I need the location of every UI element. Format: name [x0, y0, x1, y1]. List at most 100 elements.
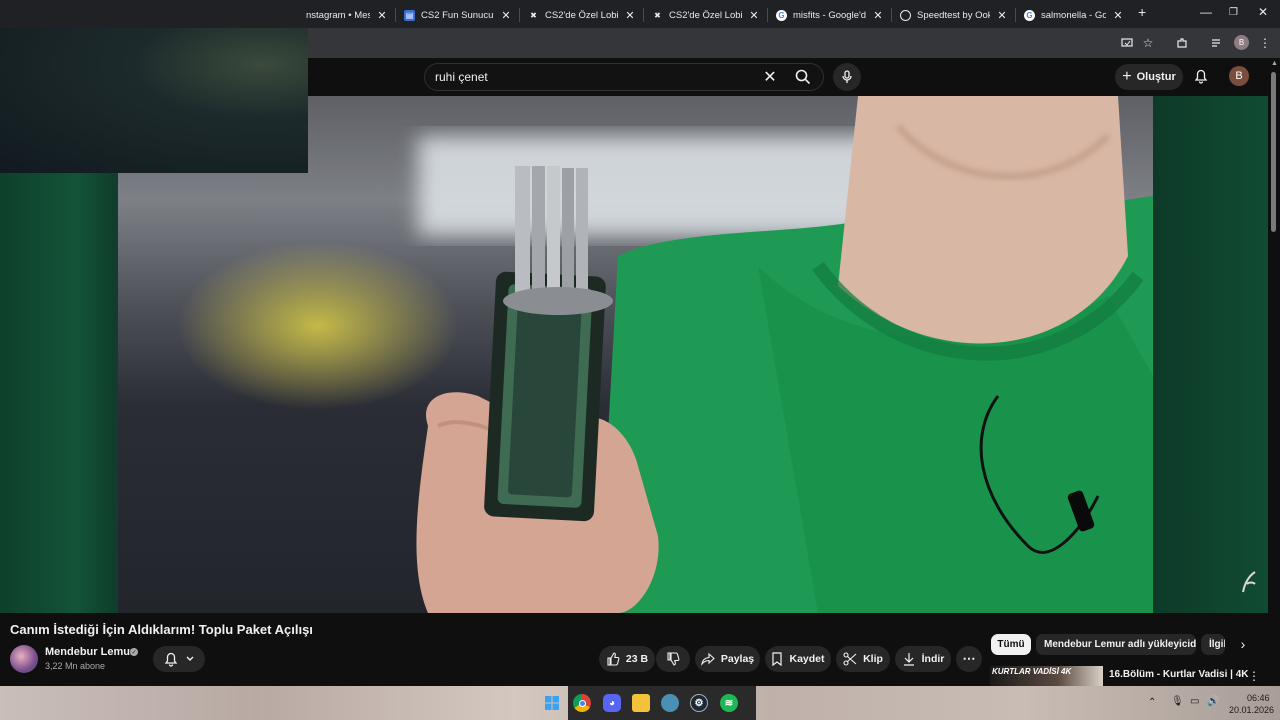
clock-date[interactable]: 20.01.2026 [1229, 705, 1274, 715]
page-scrollbar[interactable]: ▲ [1268, 58, 1280, 685]
clip-button[interactable]: Klip [836, 646, 890, 672]
search-input[interactable] [425, 70, 757, 84]
scissors-icon [843, 652, 857, 666]
cast-icon[interactable] [1119, 35, 1135, 51]
tab-title: nstagram • Mesaj [306, 9, 370, 21]
video-title: Canım İstediği İçin Aldıklarım! Toplu Pa… [10, 622, 313, 637]
microphone-tray-icon[interactable]: 🎙 [1171, 696, 1184, 707]
browser-tab-strip: nstagram • Mesaj ✕ ▤ CS2 Fun Sunucuları … [0, 0, 1280, 28]
dislike-button[interactable] [656, 646, 690, 672]
chevron-down-icon [186, 656, 194, 661]
create-label: Oluştur [1136, 71, 1176, 83]
thumbs-down-icon [667, 652, 680, 666]
verified-badge-icon: ✓ [130, 648, 138, 656]
share-icon [701, 652, 715, 666]
tab-close-icon[interactable]: ✕ [1112, 9, 1124, 22]
download-label: İndir [921, 653, 945, 665]
like-button[interactable]: 23 B [599, 646, 655, 672]
volume-icon[interactable]: 🔊 [1207, 696, 1219, 707]
tab-title: CS2'de Özel Lobiler: [545, 9, 618, 21]
like-count: 23 B [625, 653, 649, 665]
extensions-icon[interactable] [1174, 35, 1190, 51]
browser-tab[interactable]: G salmonella - Google' ✕ [1018, 4, 1130, 26]
chrome-icon[interactable] [573, 694, 591, 712]
browser-tab[interactable]: ✖ CS2'de Özel Lobiler: ✕ [522, 4, 642, 26]
minimize-icon[interactable]: — [1200, 5, 1212, 19]
video-frame[interactable] [118, 96, 1153, 613]
bookmark-star-icon[interactable]: ☆ [1140, 35, 1156, 51]
google-icon: G [1024, 9, 1035, 21]
chip-related[interactable]: İlgili [1201, 634, 1225, 655]
file-explorer-icon[interactable] [632, 694, 650, 712]
tray-overflow-icon[interactable]: ⌃ [1148, 697, 1156, 708]
browser-tab[interactable]: Speedtest by Ookla - ✕ [894, 4, 1014, 26]
notifications-button[interactable] [1190, 65, 1212, 87]
thumbs-up-icon [607, 652, 620, 666]
scroll-up-icon[interactable]: ▲ [1271, 60, 1278, 67]
voice-search-button[interactable] [833, 63, 861, 91]
share-label: Paylaş [720, 653, 755, 665]
more-vert-icon[interactable]: ⋮ [1247, 668, 1261, 684]
discord-icon[interactable]: ◕ [603, 694, 621, 712]
windows-start-icon[interactable] [543, 694, 561, 712]
browser-profile-avatar[interactable]: B [1234, 35, 1249, 50]
clock-time[interactable]: 06:46 [1247, 693, 1270, 703]
browser-tab[interactable]: ✖ CS2'de Özel Lobiler: ✕ [646, 4, 766, 26]
channel-watermark-icon[interactable] [1239, 568, 1259, 594]
tab-close-icon[interactable]: ✕ [996, 9, 1008, 22]
microphone-icon [842, 70, 852, 83]
subscribed-notification-button[interactable] [153, 646, 205, 672]
cs-icon: ✖ [530, 10, 537, 20]
channel-avatar[interactable] [10, 645, 38, 673]
clear-search-icon[interactable]: ✕ [757, 64, 783, 90]
tab-close-icon[interactable]: ✕ [748, 9, 760, 22]
app-icon[interactable] [661, 694, 679, 712]
search-icon [795, 69, 811, 85]
download-button[interactable]: İndir [895, 646, 951, 672]
speedtest-icon [900, 9, 911, 21]
new-tab-button[interactable]: + [1138, 4, 1146, 20]
spotify-icon[interactable]: ≋ [720, 694, 738, 712]
chevron-right-icon[interactable]: › [1236, 636, 1250, 652]
youtube-account-avatar[interactable]: B [1229, 66, 1249, 86]
tab-close-icon[interactable]: ✕ [500, 9, 512, 22]
tab-close-icon[interactable]: ✕ [376, 9, 388, 22]
network-icon[interactable]: ▭ [1190, 696, 1199, 707]
recommended-title[interactable]: 16.Bölüm - Kurtlar Vadisi | 4K [1109, 669, 1249, 680]
cs-icon: ✖ [654, 10, 661, 20]
media-control-icon[interactable] [1209, 35, 1225, 51]
plus-icon: + [1122, 68, 1132, 85]
subscriber-count: 3,22 Mn abone [45, 661, 106, 671]
bell-icon [164, 652, 178, 667]
search-button[interactable] [783, 64, 823, 90]
chip-from-uploader[interactable]: Mendebur Lemur adlı yükleyiciden [1036, 634, 1196, 655]
tab-title: misfits - Google'da A [793, 9, 866, 21]
channel-name[interactable]: Mendebur Lemur [45, 646, 134, 658]
tab-title: CS2 Fun Sunucuları | [421, 9, 494, 21]
share-button[interactable]: Paylaş [695, 646, 760, 672]
scroll-thumb[interactable] [1271, 72, 1276, 232]
steam-icon[interactable]: ⚙ [690, 694, 708, 712]
clip-label: Klip [863, 653, 883, 665]
browser-tab[interactable]: ▤ CS2 Fun Sunucuları | ✕ [398, 4, 518, 26]
tab-title: CS2'de Özel Lobiler: [669, 9, 742, 21]
save-label: Kaydet [789, 653, 825, 665]
video-player[interactable] [0, 96, 1268, 613]
google-icon: G [776, 9, 787, 21]
tab-close-icon[interactable]: ✕ [872, 9, 884, 22]
pip-overlay[interactable] [0, 28, 308, 173]
video-content-image [416, 96, 1153, 613]
browser-tab[interactable]: nstagram • Mesaj ✕ [300, 4, 394, 26]
chip-all[interactable]: Tümü [991, 634, 1031, 655]
more-actions-icon[interactable]: ⋯ [956, 646, 982, 672]
browser-tab[interactable]: G misfits - Google'da A ✕ [770, 4, 890, 26]
recommended-thumbnail[interactable]: KURTLAR VADİSİ 4K [990, 666, 1103, 688]
browser-menu-icon[interactable]: ⋮ [1257, 35, 1273, 51]
windows-taskbar: ◕ ⚙ ≋ ⌃ 🎙 ▭ 🔊 [0, 686, 1280, 720]
save-button[interactable]: Kaydet [765, 646, 831, 672]
restore-icon[interactable]: ❐ [1229, 7, 1238, 18]
bell-icon [1194, 69, 1208, 84]
tab-close-icon[interactable]: ✕ [624, 9, 636, 22]
close-window-icon[interactable]: ✕ [1258, 5, 1268, 19]
create-button[interactable]: + Oluştur [1115, 64, 1183, 90]
